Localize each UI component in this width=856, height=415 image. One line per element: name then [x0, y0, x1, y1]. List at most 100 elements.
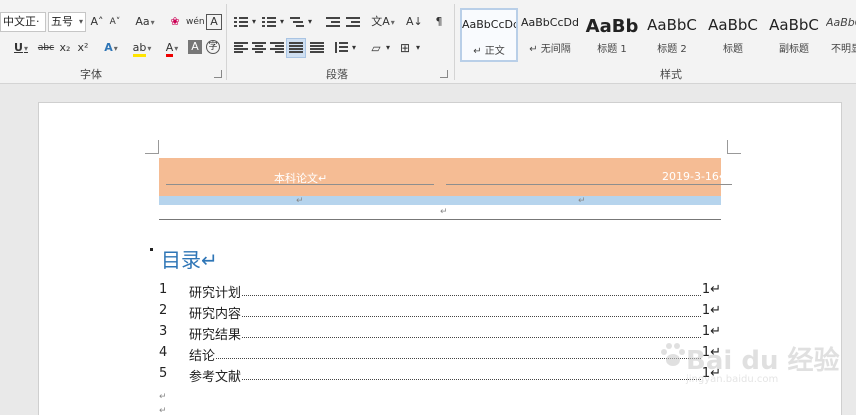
font-dialog-launcher[interactable]: [214, 70, 222, 78]
style-name: ↵ 无间隔: [529, 44, 571, 55]
watermark-url: jingyan.baidu.com: [686, 374, 779, 385]
style-name: ↵ 正文: [473, 46, 505, 57]
line-spacing-dropdown-icon[interactable]: ▾: [350, 38, 358, 58]
chinese-layout-button[interactable]: 文A: [370, 12, 396, 32]
style-sample: AaBbC: [769, 16, 819, 34]
margin-corner-mark: [145, 140, 159, 154]
paragraph-group-label: 段落: [326, 68, 348, 81]
borders-icon[interactable]: ⊞: [398, 38, 412, 58]
style-name: 副标题: [779, 44, 809, 55]
toc-entry-title[interactable]: 研究计划: [189, 282, 243, 301]
text-effect-label: A: [104, 41, 113, 54]
style-sample: AaBbC: [708, 16, 758, 34]
align-right-icon[interactable]: [270, 42, 284, 54]
toc-entry-title[interactable]: 研究结果: [189, 324, 243, 343]
paragraph-dialog-launcher[interactable]: [440, 70, 448, 78]
underline-button[interactable]: U: [10, 38, 32, 58]
align-center-icon[interactable]: [252, 42, 266, 54]
header-bottom-rule: [159, 219, 721, 220]
style-tile[interactable]: AaBb 标题 1: [584, 8, 640, 62]
font-name-combo[interactable]: 中文正·: [0, 12, 46, 32]
numbering-icon[interactable]: [262, 16, 276, 28]
font-name-value: 中文正·: [3, 15, 40, 28]
style-tile[interactable]: AaBbCc 不明显: [826, 8, 856, 62]
watermark: Bai du 经验 jingyan.baidu.com: [658, 336, 840, 396]
watermark-brand: Bai du 经验: [686, 346, 840, 376]
header-accent-band: [159, 196, 721, 205]
subscript-button[interactable]: x₂: [58, 38, 72, 58]
toc-leader-dots: [189, 316, 715, 317]
toc-entry[interactable]: 1 研究计划 1↵: [159, 282, 729, 302]
enclose-char-button[interactable]: 字: [206, 40, 220, 54]
style-sample: AaBbCcDd: [462, 18, 516, 31]
font-size-value: 五号: [51, 15, 73, 28]
toc-entry-number: 1: [159, 282, 168, 297]
toc-entry-number: 5: [159, 366, 168, 381]
header-band: [159, 158, 721, 196]
paragraph-mark: ↵: [578, 196, 586, 206]
toc-entry-title[interactable]: 结论: [189, 345, 217, 364]
shading-icon[interactable]: ▱: [368, 38, 384, 58]
show-marks-button[interactable]: ¶: [432, 12, 446, 32]
toc-entry-number: 2: [159, 303, 168, 318]
header-date[interactable]: 2019-3-16↵: [662, 170, 728, 183]
separator: [454, 4, 455, 80]
styles-group-label: 样式: [660, 68, 682, 81]
numbering-dropdown-icon[interactable]: ▾: [278, 12, 286, 32]
multilevel-dropdown-icon[interactable]: ▾: [306, 12, 314, 32]
toc-entry[interactable]: 5 参考文献 1↵: [159, 366, 729, 386]
align-left-icon[interactable]: [234, 42, 248, 54]
highlight-button[interactable]: ab: [128, 38, 156, 58]
style-tile[interactable]: AaBbCcDd ↵ 无间隔: [520, 8, 580, 62]
justify-button[interactable]: [286, 38, 306, 58]
text-effect-button[interactable]: A: [98, 38, 124, 58]
style-name: 标题 2: [657, 44, 687, 55]
font-color-button[interactable]: A: [160, 38, 184, 58]
font-size-combo[interactable]: 五号 ▾: [48, 12, 86, 32]
toc-leader-dots: [189, 295, 715, 296]
header-title[interactable]: 本科论文↵: [274, 170, 327, 186]
toc-heading[interactable]: 目录↵: [161, 244, 218, 273]
clear-format-icon[interactable]: ❀: [168, 12, 182, 32]
multilevel-list-icon[interactable]: [290, 16, 304, 28]
style-tile[interactable]: AaBbC 标题 2: [642, 8, 702, 62]
distributed-icon[interactable]: [310, 42, 324, 54]
borders-dropdown-icon[interactable]: ▾: [414, 38, 422, 58]
char-border-button[interactable]: A: [206, 14, 222, 30]
font-group-label: 字体: [80, 68, 102, 81]
toc-entry-title[interactable]: 研究内容: [189, 303, 243, 322]
ribbon: 中文正· 五号▾ A˄ A˅ Aa ❀ wén A U abc x₂ x² A …: [0, 0, 856, 84]
justify-icon: [289, 42, 303, 54]
style-tile[interactable]: AaBbC 标题: [704, 8, 762, 62]
toc-entry[interactable]: 4 结论 1↵: [159, 345, 729, 365]
margin-corner-mark: [727, 140, 741, 154]
style-tile[interactable]: AaBbCcDd ↵ 正文: [460, 8, 518, 62]
increase-indent-icon[interactable]: [346, 16, 360, 28]
sort-button[interactable]: A↓: [406, 12, 423, 32]
toc-entry-page: 1↵: [701, 282, 721, 297]
change-case-button[interactable]: Aa: [132, 12, 158, 32]
shading-dropdown-icon[interactable]: ▾: [384, 38, 392, 58]
toc-entry-title[interactable]: 参考文献: [189, 366, 243, 385]
style-tile[interactable]: AaBbC 副标题: [764, 8, 824, 62]
char-shading-button[interactable]: A: [188, 40, 202, 54]
toc-entry[interactable]: 3 研究结果 1↵: [159, 324, 729, 344]
bullets-dropdown-icon[interactable]: ▾: [250, 12, 258, 32]
decrease-indent-icon[interactable]: [326, 16, 340, 28]
shrink-font-button[interactable]: A˅: [108, 12, 122, 32]
style-sample: AaBbC: [647, 16, 697, 34]
phonetic-guide-button[interactable]: wén: [186, 12, 205, 32]
grow-font-button[interactable]: A˄: [90, 12, 104, 32]
paragraph-mark: ↵: [159, 406, 167, 415]
toc-leader-dots: [189, 379, 715, 380]
toc-entry[interactable]: 2 研究内容 1↵: [159, 303, 729, 323]
toc-entry-page: 1↵: [701, 303, 721, 318]
line-spacing-icon[interactable]: [334, 42, 348, 54]
superscript-button[interactable]: x²: [76, 38, 90, 58]
paragraph-mark: ↵: [440, 207, 448, 217]
strikethrough-button[interactable]: abc: [36, 38, 56, 58]
style-sample: AaBbCcDd: [521, 16, 579, 29]
style-sample: AaBb: [585, 16, 639, 37]
paw-logo-icon: [661, 343, 685, 366]
bullets-icon[interactable]: [234, 16, 248, 28]
